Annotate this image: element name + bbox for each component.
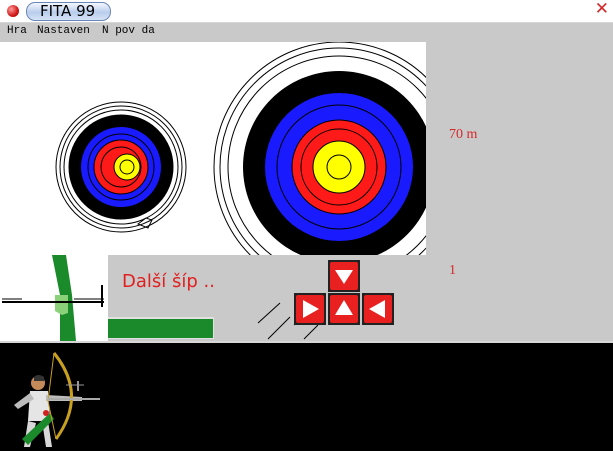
- triangle-down-icon: [330, 262, 358, 290]
- archer-svg: [14, 352, 100, 447]
- triangle-up-icon: [330, 295, 358, 323]
- arrow-count-label: 1: [449, 263, 456, 278]
- aim-right-button[interactable]: [294, 293, 326, 325]
- target-view: [0, 42, 426, 255]
- aim-line: [257, 302, 281, 324]
- archer-view: [0, 341, 613, 451]
- title-bar: FITA 99 ✕: [0, 0, 613, 23]
- menu-item-nastaveni[interactable]: Nastaven: [37, 25, 90, 37]
- aim-left-button[interactable]: [362, 293, 394, 325]
- menu-bar: Hra Nastaven N pov da: [0, 23, 613, 42]
- aim-line: [267, 316, 291, 340]
- targets-svg: [55, 42, 426, 255]
- aim-down-button[interactable]: [328, 260, 360, 292]
- close-icon[interactable]: ✕: [595, 1, 609, 18]
- aim-line: [303, 324, 319, 340]
- distance-label: 70 m: [449, 127, 478, 142]
- menu-item-hra[interactable]: Hra: [7, 25, 27, 37]
- small-target: [55, 101, 187, 233]
- window-dot-icon[interactable]: [7, 5, 19, 17]
- aim-up-button[interactable]: [328, 293, 360, 325]
- bow-closeup: [0, 255, 108, 341]
- triangle-right-icon: [296, 295, 324, 323]
- bow-grip: [55, 295, 68, 315]
- window-title: FITA 99: [40, 2, 96, 20]
- triangle-left-icon: [364, 295, 392, 323]
- bow-closeup-svg: [2, 255, 104, 341]
- large-target: [213, 42, 426, 255]
- menu-item-napoveda[interactable]: N pov da: [102, 25, 155, 37]
- game-window: FITA 99 ✕ Hra Nastaven N pov da 70 m 1 D…: [0, 0, 613, 451]
